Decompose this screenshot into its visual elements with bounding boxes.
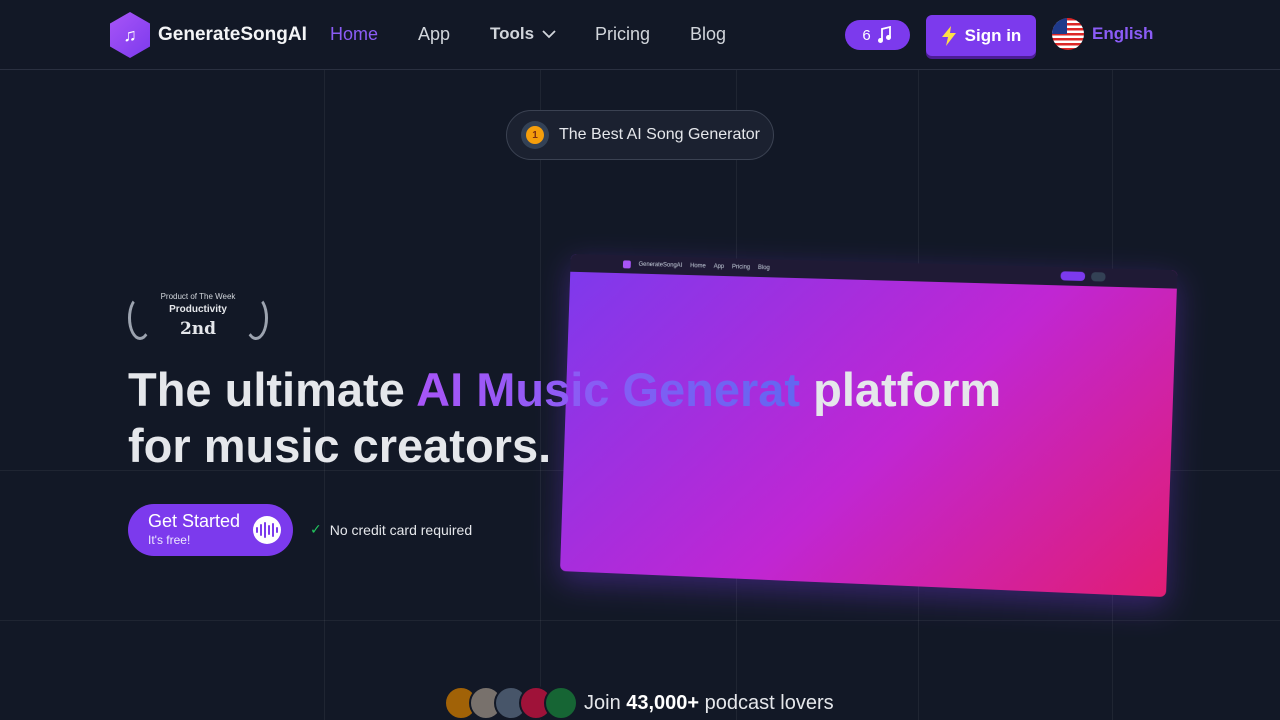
sign-in-label: Sign in <box>964 25 1022 45</box>
headline-line2: for music creators. <box>128 419 552 472</box>
join-suffix: podcast lovers <box>699 692 834 714</box>
user-avatars <box>444 686 578 720</box>
credits-button[interactable]: 6 <box>845 20 910 50</box>
hero-headline: The ultimate AI Music Generat platform f… <box>128 362 1128 474</box>
award-rank: 2nd <box>179 319 217 339</box>
chevron-down-icon <box>542 29 556 38</box>
nav-link-pricing[interactable]: Pricing <box>595 24 650 45</box>
preview-logo-icon <box>622 260 631 269</box>
award-title: Product of The Week <box>160 292 236 301</box>
award-category: Productivity <box>169 304 227 315</box>
join-prefix: Join <box>584 692 627 714</box>
badge-text: The Best AI Song Generator <box>559 126 761 143</box>
preview-brand: GenerateSongAI <box>638 261 683 269</box>
product-of-week-award[interactable]: Product of The Week Productivity 2nd <box>128 290 268 342</box>
credits-count: 6 <box>862 26 871 44</box>
nav-link-home[interactable]: Home <box>330 24 378 45</box>
medal-icon: 1 <box>521 121 549 149</box>
music-note-icon: ♫ <box>110 12 150 58</box>
no-credit-card-note: ✓ No credit card required <box>310 521 472 538</box>
headline-accent: AI Music Generat <box>416 363 801 416</box>
preview-link: Pricing <box>731 264 751 271</box>
music-note-plus-icon <box>877 26 891 43</box>
brand-name: GenerateSongAI <box>158 24 307 45</box>
preview-link: Blog <box>757 265 770 272</box>
us-flag-icon <box>1052 18 1084 50</box>
sign-in-button[interactable]: Sign in <box>926 15 1036 56</box>
join-count-text: Join 43,000+ podcast lovers <box>584 692 834 715</box>
preview-flag-icon <box>1091 272 1106 282</box>
check-icon: ✓ <box>310 521 322 537</box>
headline-start: The ultimate <box>128 363 417 416</box>
language-selector[interactable]: English <box>1052 18 1153 50</box>
preview-link: Home <box>689 263 706 270</box>
preview-credits-pill <box>1060 271 1086 282</box>
sound-wave-icon <box>253 516 281 544</box>
preview-link: App <box>713 263 725 271</box>
nav-link-app[interactable]: App <box>418 24 450 45</box>
nav-tools-label: Tools <box>490 24 535 43</box>
preview-navbar: GenerateSongAI Home App Pricing Blog <box>570 253 1178 289</box>
medal-number: 1 <box>526 126 544 144</box>
nav-link-blog[interactable]: Blog <box>690 24 726 45</box>
best-generator-badge: 1 The Best AI Song Generator <box>506 110 774 160</box>
join-count: 43,000+ <box>626 692 700 714</box>
avatar <box>544 686 578 720</box>
get-started-button[interactable]: Get Started It's free! <box>128 504 293 556</box>
preview-nav-actions <box>1060 271 1106 282</box>
top-navbar: ♫ GenerateSongAI Home App Tools Pricing … <box>0 0 1280 70</box>
grid-line <box>0 620 1280 621</box>
no-credit-card-text: No credit card required <box>329 521 473 538</box>
lightning-icon <box>941 25 956 46</box>
brand-logo[interactable]: ♫ GenerateSongAI <box>110 12 307 58</box>
headline-end: platform <box>800 363 1002 416</box>
nav-tools-dropdown[interactable]: Tools <box>490 24 556 44</box>
language-label: English <box>1092 24 1154 43</box>
